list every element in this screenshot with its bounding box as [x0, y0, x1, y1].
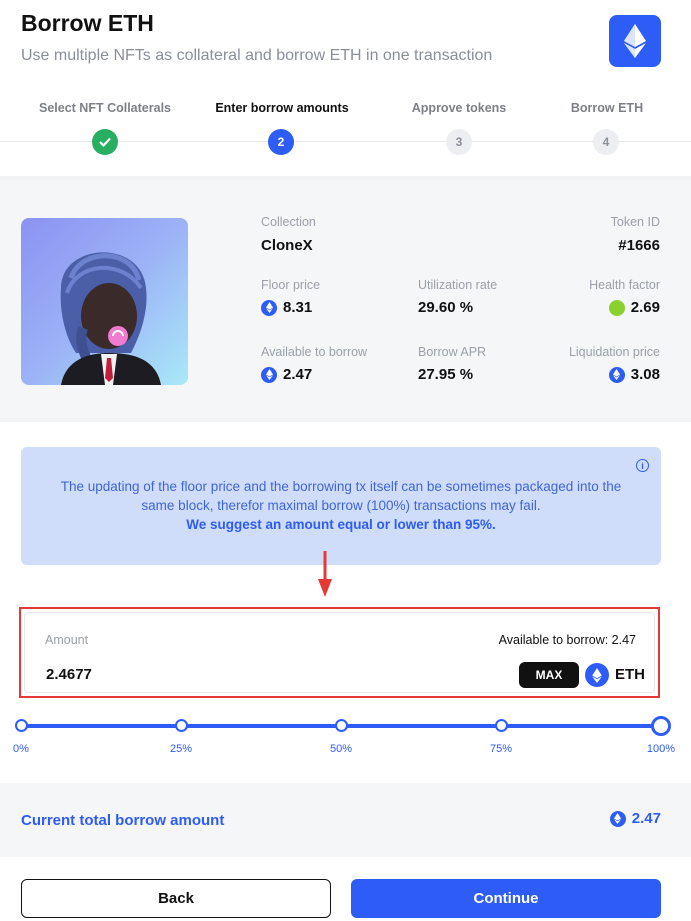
info-notice: i The updating of the floor price and th… — [21, 447, 661, 565]
slider-label-50: 50% — [329, 743, 353, 755]
page-title: Borrow ETH — [21, 10, 154, 36]
annotation-arrow-icon — [318, 551, 332, 597]
amount-field[interactable]: Amount Available to borrow: 2.47 2.4677 … — [24, 612, 655, 693]
slider-thumb[interactable] — [651, 716, 671, 736]
total-borrow-label: Current total borrow amount — [21, 812, 225, 829]
slider-label-0: 0% — [13, 743, 29, 755]
liquidation-price: 3.08 — [540, 366, 660, 383]
step-1-check-icon — [92, 129, 118, 155]
continue-button[interactable]: Continue — [351, 879, 661, 918]
nft-image — [21, 218, 188, 385]
ethereum-icon — [608, 366, 625, 383]
collection-label: Collection — [261, 215, 316, 229]
slider-stop-25[interactable] — [175, 719, 188, 732]
health-factor: 2.69 — [540, 299, 660, 316]
ethereum-icon — [609, 15, 661, 67]
borrow-apr-value: 27.95 % — [418, 366, 474, 383]
slider-stop-0[interactable] — [15, 719, 28, 732]
amount-label: Amount — [45, 633, 89, 647]
available-to-borrow: 2.47 — [261, 366, 312, 383]
step-3-marker: 3 — [446, 129, 472, 155]
step-2-label: Enter borrow amounts — [215, 101, 349, 115]
available-label: Available to borrow — [261, 345, 368, 359]
health-factor-label: Health factor — [589, 278, 660, 292]
divider — [0, 418, 691, 422]
collection-value: CloneX — [261, 237, 313, 254]
step-3-label: Approve tokens — [411, 101, 507, 115]
amount-unit: ETH — [615, 666, 645, 683]
header: Borrow ETH Use multiple NFTs as collater… — [0, 0, 691, 178]
slider-stop-75[interactable] — [495, 719, 508, 732]
slider-label-100: 100% — [646, 743, 676, 755]
notice-recommendation: We suggest an amount equal or lower than… — [186, 517, 496, 532]
step-4-marker: 4 — [593, 129, 619, 155]
health-factor-value: 2.69 — [630, 299, 660, 316]
token-id-label: Token ID — [610, 215, 660, 229]
nft-details: Collection CloneX Token ID #1666 Floor p… — [0, 180, 691, 418]
back-button[interactable]: Back — [21, 879, 331, 918]
slider-label-25: 25% — [169, 743, 193, 755]
available-value: 2.47 — [283, 366, 313, 383]
amount-available: Available to borrow: 2.47 — [498, 633, 636, 647]
liquidation-value: 3.08 — [630, 366, 660, 383]
amount-input[interactable]: 2.4677 — [46, 666, 92, 683]
total-borrow: Current total borrow amount 2.47 — [0, 783, 691, 857]
page-subtitle: Use multiple NFTs as collateral and borr… — [21, 47, 493, 64]
notice-text: The updating of the floor price and the … — [60, 479, 622, 513]
ethereum-icon — [261, 299, 277, 316]
ethereum-icon — [609, 810, 626, 827]
floor-price-value: 8.31 — [283, 299, 313, 316]
utilization-value: 29.60 % — [418, 299, 474, 316]
utilization-label: Utilization rate — [418, 278, 498, 292]
ethereum-icon — [261, 366, 277, 383]
ethereum-icon — [585, 663, 609, 687]
liquidation-label: Liquidation price — [568, 345, 660, 359]
total-borrow-amount: 2.47 — [609, 810, 661, 827]
step-1-label: Select NFT Collaterals — [39, 101, 171, 115]
health-status-dot — [608, 299, 625, 316]
total-borrow-value: 2.47 — [631, 810, 661, 827]
slider-stop-50[interactable] — [335, 719, 348, 732]
max-button[interactable]: MAX — [519, 662, 579, 688]
step-4-label: Borrow ETH — [570, 101, 644, 115]
floor-price: 8.31 — [261, 299, 312, 316]
token-id-value: #1666 — [618, 237, 660, 254]
slider-label-75: 75% — [489, 743, 513, 755]
info-icon[interactable]: i — [636, 459, 649, 472]
step-2-marker: 2 — [268, 129, 294, 155]
borrow-apr-label: Borrow APR — [418, 345, 487, 359]
amount-input-highlight: Amount Available to borrow: 2.47 2.4677 … — [19, 607, 660, 698]
floor-price-label: Floor price — [261, 278, 321, 292]
